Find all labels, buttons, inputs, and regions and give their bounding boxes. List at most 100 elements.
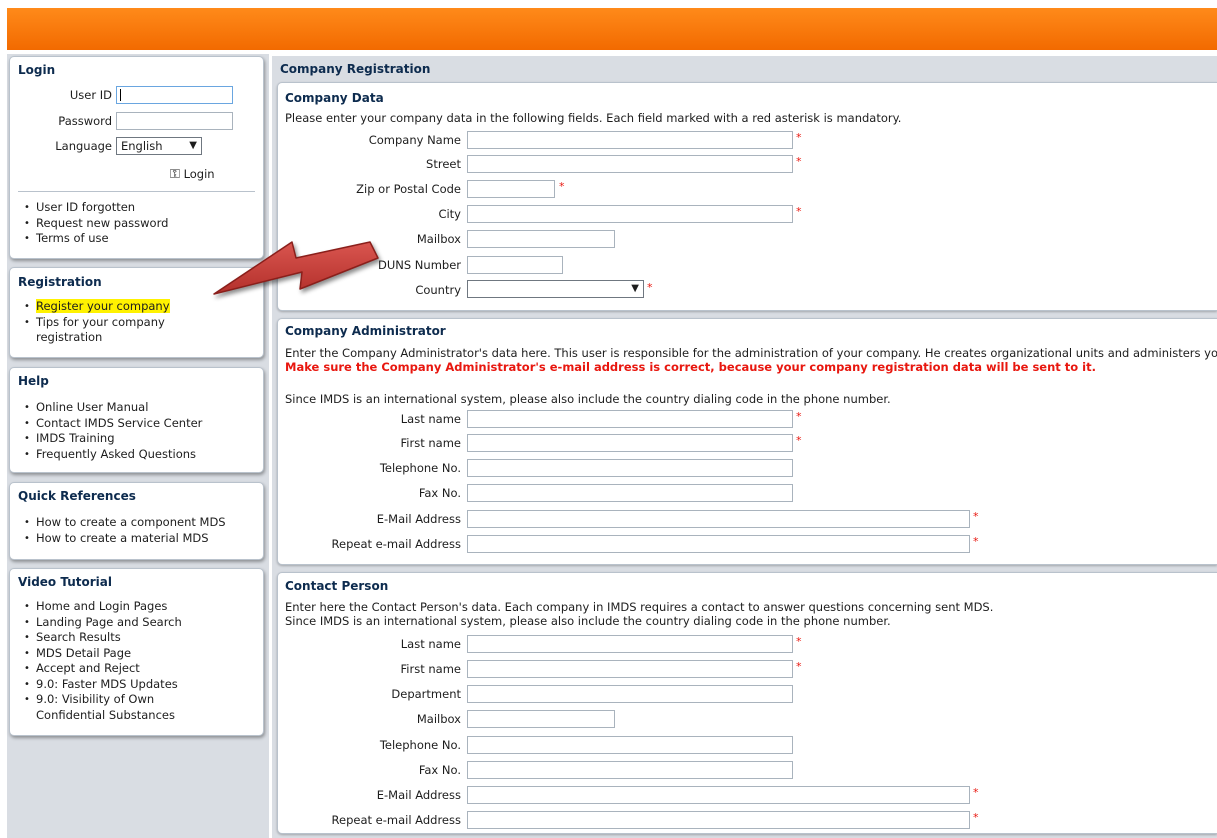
- mandatory-asterisk: *: [796, 410, 802, 423]
- admin-first-name-label: First name: [400, 436, 461, 450]
- annotation-arrow-icon: [213, 241, 379, 295]
- chevron-down-icon: ▼: [189, 140, 197, 151]
- mandatory-asterisk: *: [973, 535, 979, 548]
- video-link[interactable]: Accept and Reject: [24, 661, 182, 677]
- userid-forgotten-link[interactable]: User ID forgotten: [24, 200, 168, 216]
- admin-telephone-input[interactable]: [467, 459, 793, 477]
- faq-link[interactable]: Frequently Asked Questions: [24, 447, 202, 463]
- city-input[interactable]: [467, 205, 793, 223]
- contact-first-name-label: First name: [400, 662, 461, 676]
- mandatory-asterisk: *: [796, 660, 802, 673]
- contact-telephone-input[interactable]: [467, 736, 793, 754]
- duns-input[interactable]: [467, 256, 563, 274]
- street-input[interactable]: [467, 155, 793, 173]
- video-tutorial-links: Home and Login Pages Landing Page and Se…: [24, 599, 182, 723]
- contact-note: Since IMDS is an international system, p…: [285, 614, 891, 628]
- company-administrator-section: Company Administrator Enter the Company …: [277, 318, 1217, 565]
- quick-references-title: Quick References: [18, 489, 136, 503]
- language-label: Language: [55, 139, 112, 153]
- userid-label: User ID: [69, 88, 112, 102]
- register-company-link[interactable]: Register your company: [24, 299, 170, 315]
- contact-department-input[interactable]: [467, 685, 793, 703]
- contact-mailbox-label: Mailbox: [416, 712, 461, 726]
- register-company-label: Register your company: [36, 299, 170, 313]
- terms-of-use-link[interactable]: Terms of use: [24, 231, 168, 247]
- contact-email-input[interactable]: [467, 786, 970, 804]
- video-link[interactable]: Search Results: [24, 630, 182, 646]
- video-link-continued[interactable]: Confidential Substances: [24, 708, 182, 724]
- company-data-section: Company Data Please enter your company d…: [277, 82, 1217, 311]
- video-link[interactable]: MDS Detail Page: [24, 646, 182, 662]
- contact-service-link[interactable]: Contact IMDS Service Center: [24, 416, 202, 432]
- company-name-input[interactable]: [467, 131, 793, 149]
- mandatory-asterisk: *: [796, 155, 802, 168]
- contact-fax-input[interactable]: [467, 761, 793, 779]
- language-value: English: [121, 139, 163, 153]
- administrator-intro: Enter the Company Administrator's data h…: [285, 346, 1217, 360]
- video-link[interactable]: 9.0: Visibility of Own: [24, 692, 182, 708]
- contact-person-title: Contact Person: [285, 579, 389, 593]
- admin-repeat-email-label: Repeat e-mail Address: [331, 537, 461, 551]
- tips-link-continued[interactable]: registration: [24, 330, 170, 346]
- mandatory-asterisk: *: [647, 281, 653, 294]
- help-title: Help: [18, 374, 49, 388]
- material-mds-link[interactable]: How to create a material MDS: [24, 531, 226, 547]
- company-administrator-title: Company Administrator: [285, 324, 446, 338]
- mailbox-input[interactable]: [467, 230, 615, 248]
- admin-fax-input[interactable]: [467, 484, 793, 502]
- online-manual-link[interactable]: Online User Manual: [24, 400, 202, 416]
- request-password-link[interactable]: Request new password: [24, 216, 168, 232]
- mandatory-asterisk: *: [796, 434, 802, 447]
- login-button[interactable]: ⚿ Login: [170, 167, 215, 182]
- admin-last-name-input[interactable]: [467, 410, 793, 428]
- mandatory-asterisk: *: [796, 205, 802, 218]
- component-mds-link[interactable]: How to create a component MDS: [24, 515, 226, 531]
- mandatory-asterisk: *: [973, 811, 979, 824]
- password-input[interactable]: [116, 112, 233, 130]
- admin-email-label: E-Mail Address: [376, 512, 461, 526]
- contact-repeat-email-input[interactable]: [467, 811, 970, 829]
- video-link[interactable]: Landing Page and Search: [24, 615, 182, 631]
- contact-department-label: Department: [391, 687, 461, 701]
- chevron-down-icon: ▼: [631, 283, 639, 294]
- registration-links: Register your company Tips for your comp…: [24, 299, 170, 346]
- contact-person-section: Contact Person Enter here the Contact Pe…: [277, 572, 1217, 834]
- header-bar: [7, 8, 1217, 50]
- userid-input[interactable]: [116, 86, 233, 104]
- contact-mailbox-input[interactable]: [467, 710, 615, 728]
- admin-first-name-input[interactable]: [467, 434, 793, 452]
- city-label: City: [438, 207, 461, 221]
- zip-label: Zip or Postal Code: [356, 182, 461, 196]
- contact-email-label: E-Mail Address: [376, 788, 461, 802]
- street-label: Street: [426, 157, 461, 171]
- contact-last-name-input[interactable]: [467, 635, 793, 653]
- admin-repeat-email-input[interactable]: [467, 535, 970, 553]
- video-link[interactable]: 9.0: Faster MDS Updates: [24, 677, 182, 693]
- tips-link[interactable]: Tips for your company: [24, 315, 170, 331]
- page-title: Company Registration: [280, 62, 431, 76]
- admin-email-input[interactable]: [467, 510, 970, 528]
- login-button-label: Login: [183, 167, 215, 181]
- mandatory-asterisk: *: [973, 510, 979, 523]
- mandatory-asterisk: *: [559, 180, 565, 193]
- quick-references-links: How to create a component MDS How to cre…: [24, 515, 226, 546]
- quick-references-panel: Quick References How to create a compone…: [9, 482, 264, 560]
- country-select[interactable]: ▼: [467, 280, 644, 298]
- imds-training-link[interactable]: IMDS Training: [24, 431, 202, 447]
- zip-input[interactable]: [467, 180, 555, 198]
- help-links: Online User Manual Contact IMDS Service …: [24, 400, 202, 462]
- admin-fax-label: Fax No.: [418, 486, 461, 500]
- video-link[interactable]: Home and Login Pages: [24, 599, 182, 615]
- admin-last-name-label: Last name: [400, 412, 461, 426]
- contact-repeat-email-label: Repeat e-mail Address: [331, 813, 461, 827]
- admin-telephone-label: Telephone No.: [379, 461, 461, 475]
- registration-title: Registration: [18, 275, 102, 289]
- video-tutorial-panel: Video Tutorial Home and Login Pages Land…: [9, 568, 264, 736]
- video-tutorial-title: Video Tutorial: [18, 575, 112, 589]
- contact-first-name-input[interactable]: [467, 660, 793, 678]
- mandatory-asterisk: *: [796, 635, 802, 648]
- language-select[interactable]: English ▼: [116, 137, 202, 155]
- key-icon: ⚿: [170, 167, 180, 182]
- company-data-title: Company Data: [285, 91, 384, 105]
- administrator-warning: Make sure the Company Administrator's e-…: [285, 360, 1096, 374]
